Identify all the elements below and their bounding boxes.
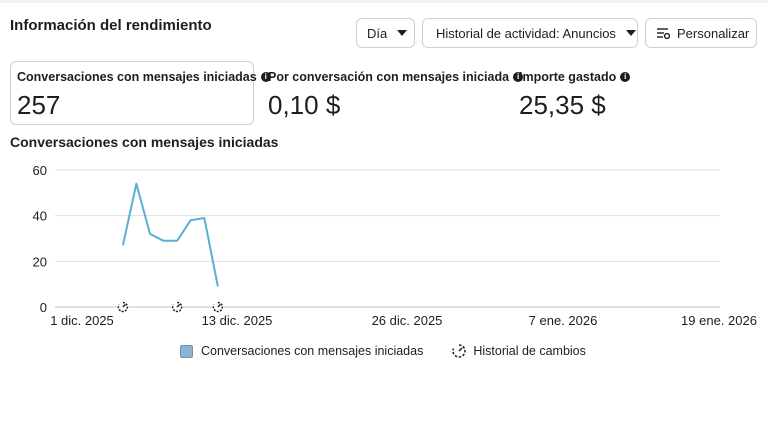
day-dropdown[interactable]: Día (356, 18, 415, 48)
metric-label: Por conversación con mensajes iniciada (268, 70, 510, 84)
metric-value: 257 (17, 90, 61, 120)
y-tick-label: 60 (33, 163, 47, 178)
legend-changes-label[interactable]: Historial de cambios (473, 344, 586, 358)
x-tick-label: 13 dic. 2025 (202, 313, 273, 328)
caret-down-icon (397, 30, 408, 36)
page-title: Información del rendimiento (10, 17, 212, 34)
x-tick-label: 7 ene. 2026 (529, 313, 598, 328)
chart-title: Conversaciones con mensajes iniciadas (10, 134, 279, 150)
customize-label: Personalizar (677, 25, 750, 41)
activity-history-label: Historial de actividad: Anuncios (436, 25, 616, 41)
metric-label: Importe gastado (519, 70, 617, 84)
series-line (121, 182, 219, 287)
metric-cost-per-conversation[interactable]: Por conversación con mensajes iniciada i … (268, 70, 524, 121)
metric-value: 25,35 $ (519, 90, 606, 120)
metric-label: Conversaciones con mensajes iniciadas (17, 70, 257, 84)
caret-down-icon (625, 30, 636, 36)
line-chart[interactable]: 0 20 40 60 1 dic. 2025 13 dic. 2025 26 dic. 20… (0, 155, 768, 335)
chart-legend: Conversaciones con mensajes iniciadas Hi… (180, 343, 586, 359)
metric-conversations: Conversaciones con mensajes iniciadas i 2… (17, 70, 271, 121)
activity-history-dropdown[interactable]: Historial de actividad: Anuncios (422, 18, 638, 48)
x-tick-label: 19 ene. 2026 (681, 313, 757, 328)
y-tick-label: 20 (33, 254, 47, 269)
day-dropdown-label: Día (367, 25, 388, 41)
customize-icon (657, 28, 670, 39)
info-icon[interactable]: i (620, 72, 631, 82)
y-tick-label: 40 (33, 209, 47, 224)
x-tick-label: 1 dic. 2025 (50, 313, 114, 328)
legend-series-label[interactable]: Conversaciones con mensajes iniciadas (201, 344, 423, 358)
customize-button[interactable]: Personalizar (645, 18, 757, 48)
legend-swatch (180, 344, 193, 358)
y-tick-label: 0 (40, 300, 47, 315)
x-tick-label: 26 dic. 2025 (372, 313, 443, 328)
change-history-icon (452, 344, 467, 358)
metric-value: 0,10 $ (268, 90, 341, 120)
top-divider (0, 0, 768, 3)
metric-amount-spent[interactable]: Importe gastado i 25,35 $ (519, 70, 631, 121)
